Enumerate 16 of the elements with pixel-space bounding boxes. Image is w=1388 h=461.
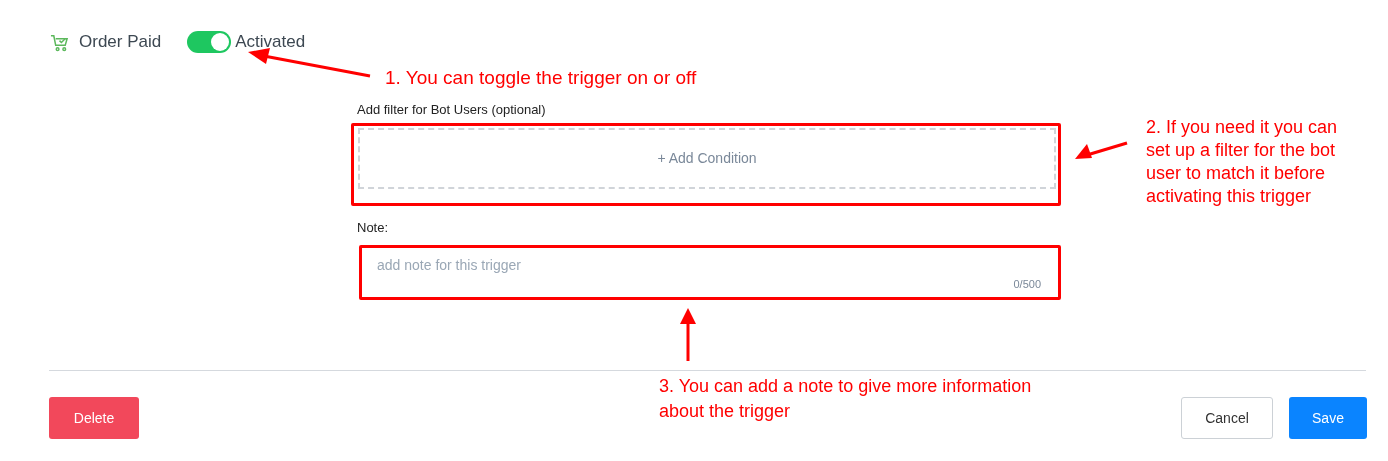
delete-button[interactable]: Delete [49,397,139,439]
annotation-text: 1. You can toggle the trigger on or off [385,66,697,90]
note-label: Note: [357,219,390,237]
annotation-text: 2. If you need it you can set up a filter for the bot user to match it before activating this trigger [1146,116,1338,208]
arrow [1073,140,1129,162]
save-button[interactable]: Save [1289,397,1367,439]
toggle-switch[interactable] [187,31,232,53]
cart-icon [50,32,69,52]
arrow [679,307,697,361]
trigger-name: Order Paid [79,31,162,54]
add-condition-button[interactable]: + Add Condition [358,128,1056,189]
status-label: Activated [235,31,306,54]
character-counter: 0/500 [1013,277,1041,292]
annotation-text: 3. You can add a note to give more information about the trigger [659,375,1032,423]
cancel-button[interactable]: Cancel [1181,397,1273,439]
filter-label: Add filter for Bot Users (optional) [357,101,547,119]
